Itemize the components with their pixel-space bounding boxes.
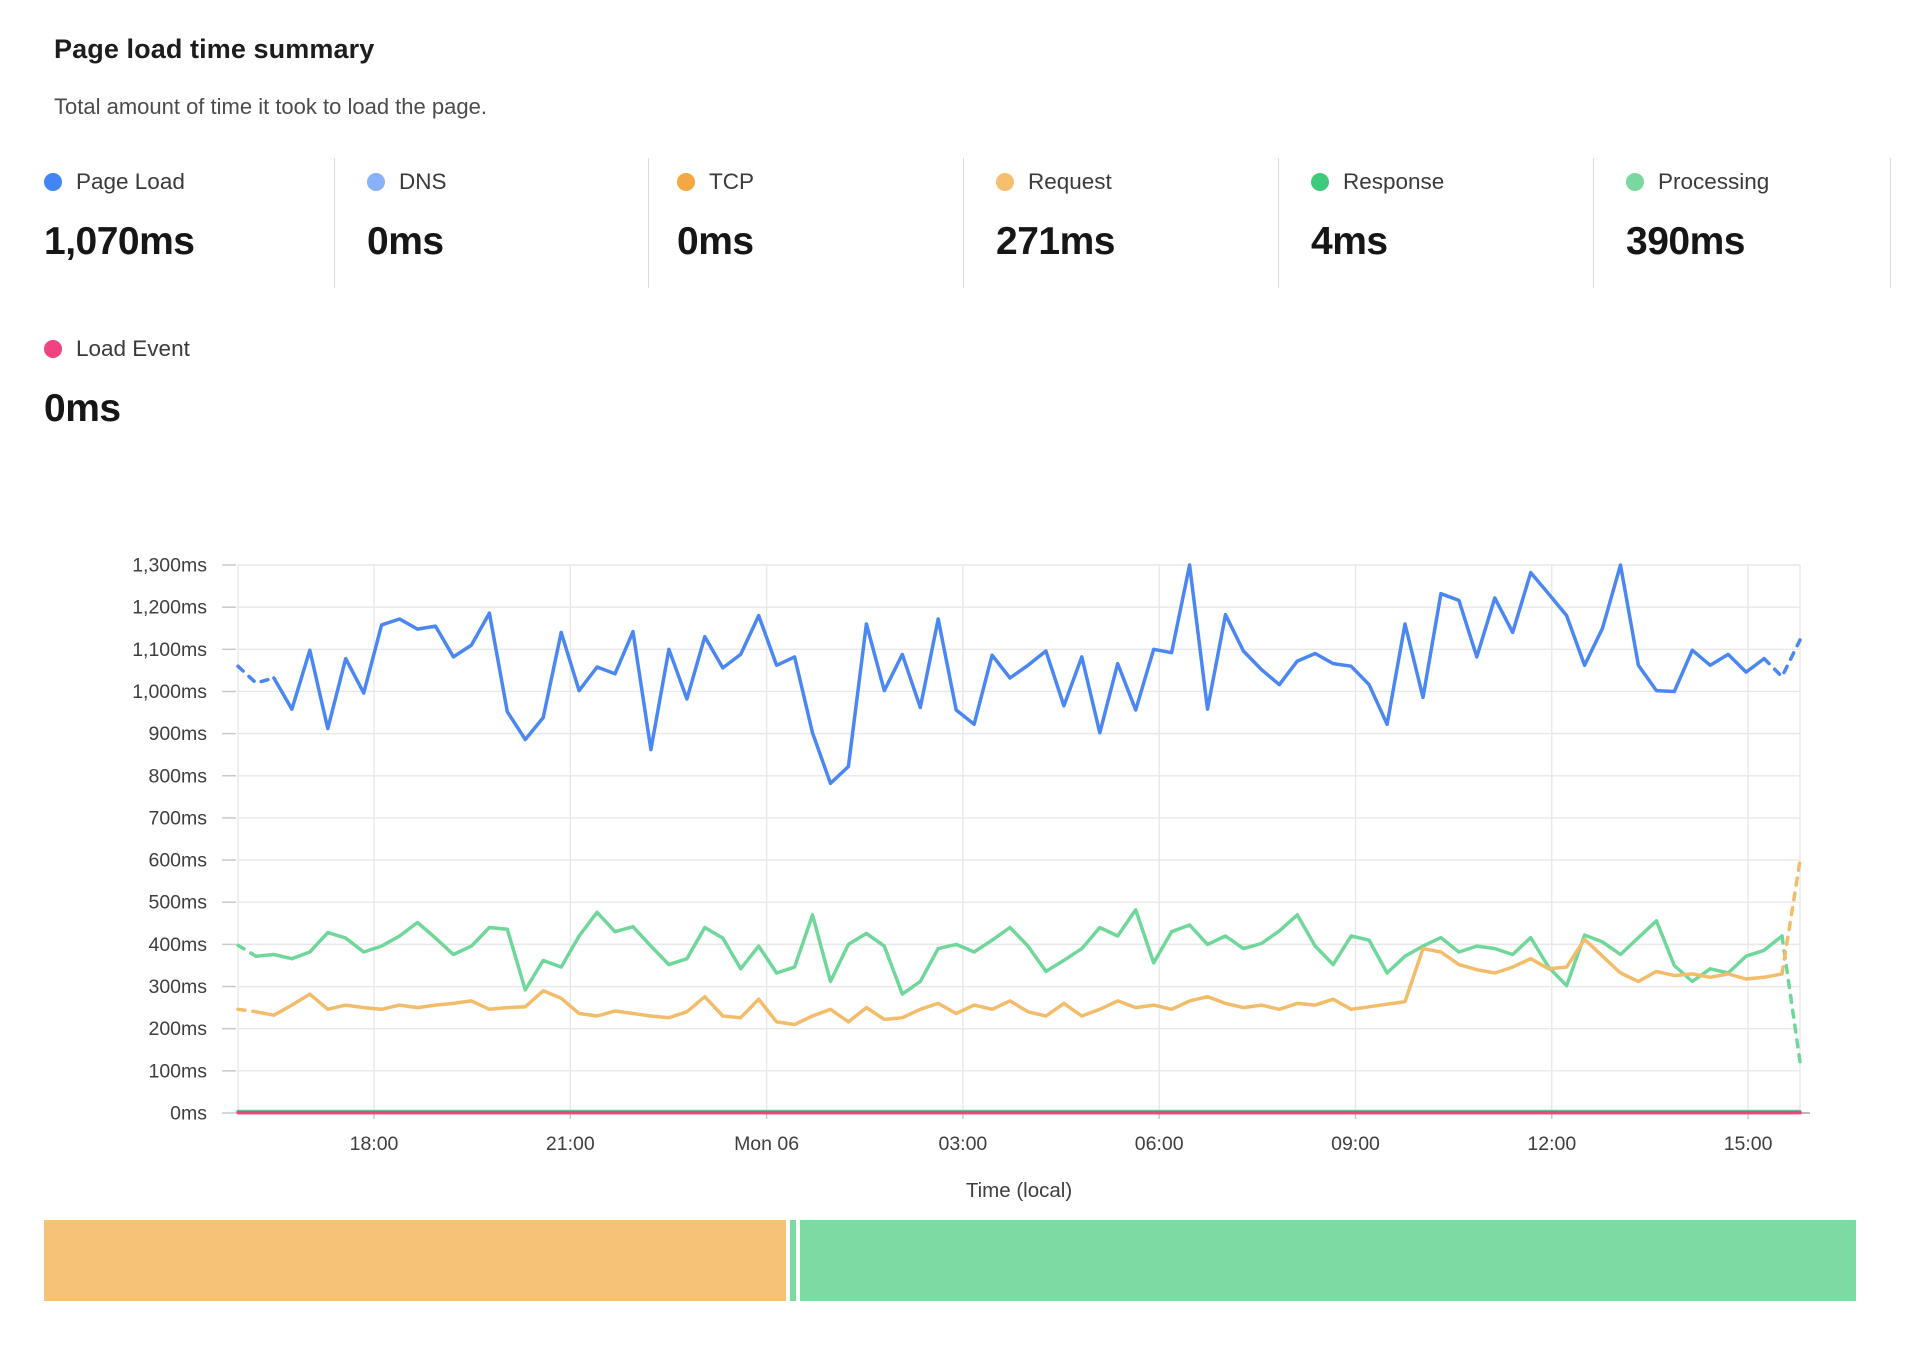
legend-label: Request bbox=[1028, 169, 1112, 195]
y-tick-label: 1,000ms bbox=[132, 681, 207, 703]
y-tick-label: 300ms bbox=[148, 976, 207, 998]
legend-divider bbox=[1593, 158, 1594, 288]
series-page-load-dash-start bbox=[238, 666, 274, 683]
x-tick-label: 12:00 bbox=[1527, 1133, 1576, 1155]
legend-item-load-event[interactable]: Load Event 0ms bbox=[44, 327, 190, 431]
y-tick-label: 0ms bbox=[170, 1103, 207, 1125]
legend-divider bbox=[1890, 158, 1891, 288]
legend-item-processing[interactable]: Processing 390ms bbox=[1626, 160, 1769, 264]
legend-value: 1,070ms bbox=[44, 220, 194, 264]
y-tick-label: 400ms bbox=[148, 934, 207, 956]
tcp-dot-icon bbox=[677, 173, 695, 191]
x-tick-label: 21:00 bbox=[546, 1133, 595, 1155]
x-axis-title: Time (local) bbox=[966, 1179, 1072, 1202]
series-request-dash-start bbox=[238, 1009, 256, 1012]
legend-label: Processing bbox=[1658, 169, 1769, 195]
page-load-time-chart[interactable]: 0ms 100ms 200ms 300ms 400ms 500ms 600ms 700ms 80… bbox=[0, 440, 1910, 1210]
page-title: Page load time summary bbox=[54, 34, 374, 65]
x-tick-label: 06:00 bbox=[1135, 1133, 1184, 1155]
series-page-load-dash-end bbox=[1764, 640, 1800, 677]
load-event-dot-icon bbox=[44, 340, 62, 358]
y-tick-label: 1,300ms bbox=[132, 555, 207, 577]
series-processing-dash-start bbox=[238, 945, 256, 956]
legend-value: 271ms bbox=[996, 220, 1115, 264]
legend-item-tcp[interactable]: TCP 0ms bbox=[677, 160, 754, 264]
legend-item-page-load[interactable]: Page Load 1,070ms bbox=[44, 160, 194, 264]
legend-item-dns[interactable]: DNS 0ms bbox=[367, 160, 447, 264]
page-subtitle: Total amount of time it took to load the… bbox=[54, 94, 487, 120]
response-dot-icon bbox=[1311, 173, 1329, 191]
status-bar-segment bbox=[44, 1220, 786, 1301]
series-request-dash-end bbox=[1782, 861, 1800, 974]
page-load-summary-panel: { "header": { "title": "Page load time s… bbox=[0, 0, 1910, 1352]
series-request-line bbox=[256, 939, 1782, 1024]
status-timeline-bar[interactable] bbox=[44, 1220, 1856, 1301]
x-tick-label: Mon 06 bbox=[734, 1133, 799, 1155]
x-tick-label: 03:00 bbox=[938, 1133, 987, 1155]
legend-label: TCP bbox=[709, 169, 754, 195]
legend-value: 4ms bbox=[1311, 220, 1444, 264]
legend-value: 390ms bbox=[1626, 220, 1769, 264]
legend-divider bbox=[1278, 158, 1279, 288]
legend-label: DNS bbox=[399, 169, 447, 195]
page-load-dot-icon bbox=[44, 173, 62, 191]
x-tick-label: 09:00 bbox=[1331, 1133, 1380, 1155]
request-dot-icon bbox=[996, 173, 1014, 191]
y-tick-label: 100ms bbox=[148, 1060, 207, 1082]
x-tick-label: 15:00 bbox=[1724, 1133, 1773, 1155]
legend-divider bbox=[334, 158, 335, 288]
y-tick-label: 600ms bbox=[148, 850, 207, 872]
y-tick-label: 1,200ms bbox=[132, 597, 207, 619]
status-bar-segment bbox=[800, 1220, 1856, 1301]
y-tick-label: 900ms bbox=[148, 723, 207, 745]
legend-value: 0ms bbox=[367, 220, 447, 264]
y-tick-label: 700ms bbox=[148, 807, 207, 829]
legend-label: Response bbox=[1343, 169, 1444, 195]
legend-item-request[interactable]: Request 271ms bbox=[996, 160, 1115, 264]
x-tick-label: 18:00 bbox=[350, 1133, 399, 1155]
processing-dot-icon bbox=[1626, 173, 1644, 191]
dns-dot-icon bbox=[367, 173, 385, 191]
legend-label: Load Event bbox=[76, 336, 190, 362]
series-page-load-line bbox=[274, 565, 1764, 783]
y-tick-label: 800ms bbox=[148, 765, 207, 787]
legend-value: 0ms bbox=[44, 387, 190, 431]
y-tick-label: 1,100ms bbox=[132, 639, 207, 661]
y-tick-label: 200ms bbox=[148, 1018, 207, 1040]
y-tick-label: 500ms bbox=[148, 892, 207, 914]
legend-divider bbox=[648, 158, 649, 288]
legend-label: Page Load bbox=[76, 169, 185, 195]
legend-divider bbox=[963, 158, 964, 288]
legend-item-response[interactable]: Response 4ms bbox=[1311, 160, 1444, 264]
series-processing-line bbox=[256, 910, 1782, 994]
legend-value: 0ms bbox=[677, 220, 754, 264]
